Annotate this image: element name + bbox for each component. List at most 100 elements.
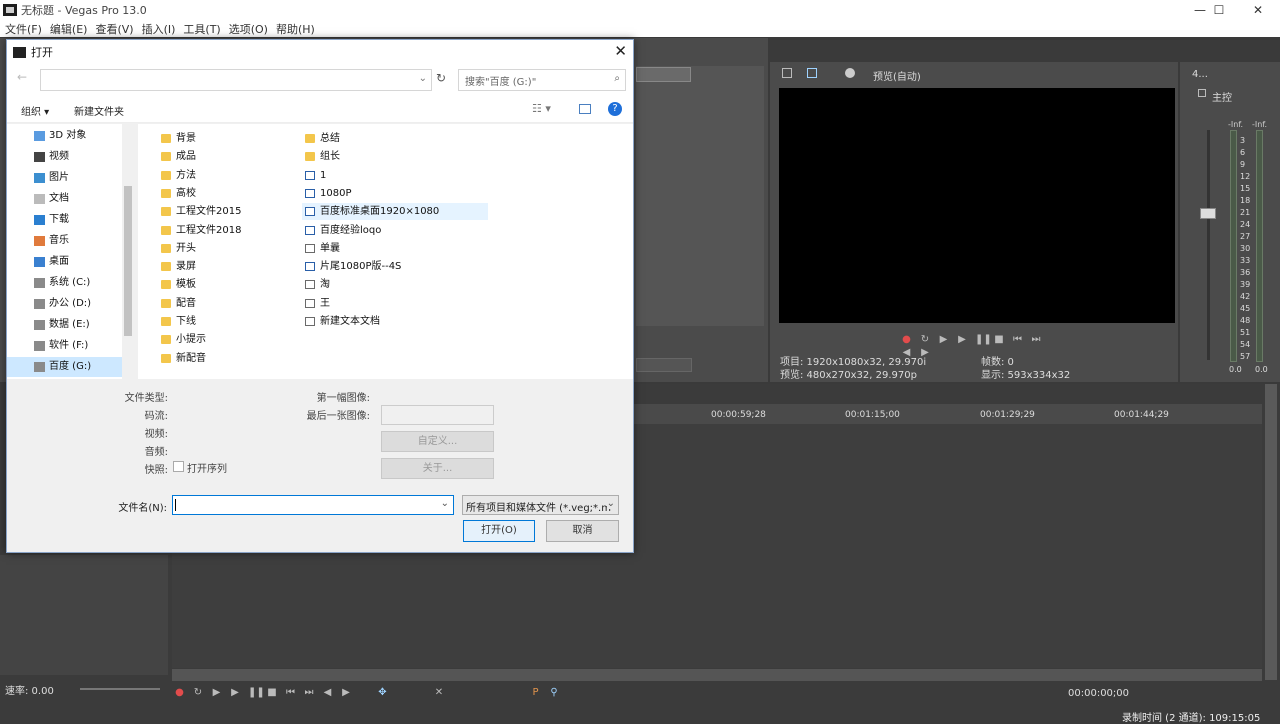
tree-scrollbar[interactable]	[122, 124, 134, 379]
folder-item[interactable]: 模板	[158, 276, 196, 293]
preview-fx-icon[interactable]	[845, 68, 855, 78]
file-item[interactable]: 1	[302, 167, 488, 184]
filename-dropdown-icon[interactable]: ⌄	[441, 498, 449, 509]
about-button[interactable]: 关于...	[381, 458, 494, 479]
menu-options[interactable]: 选项(O)	[229, 21, 268, 37]
preview-pane-icon[interactable]	[579, 104, 591, 114]
refresh-icon[interactable]: ↻	[436, 71, 446, 85]
edit-tool-icon[interactable]: ✥	[377, 687, 388, 698]
play-icon[interactable]: ▶	[230, 687, 241, 698]
tree-item[interactable]: 桌面	[7, 252, 123, 272]
pause-icon[interactable]: ❚❚	[975, 334, 992, 345]
go-start-icon[interactable]: ⏮	[1012, 334, 1023, 345]
mixer-properties-icon[interactable]	[1198, 89, 1206, 97]
document-icon	[305, 243, 315, 253]
tree-item[interactable]: 视频	[7, 147, 123, 167]
play-from-start-icon[interactable]: ▶	[211, 687, 222, 698]
preview-device-icon[interactable]	[807, 68, 817, 78]
close-button[interactable]: ✕	[1240, 0, 1276, 20]
folder-item[interactable]: 小提示	[158, 331, 206, 348]
folder-item[interactable]: 开头	[158, 240, 196, 257]
folder-item[interactable]: 新配音	[158, 350, 206, 367]
folder-item[interactable]: 成品	[158, 148, 196, 165]
file-item[interactable]: 王	[302, 295, 488, 312]
prev-frame-icon[interactable]: ◀	[322, 687, 333, 698]
help-icon[interactable]: ?	[608, 102, 622, 116]
record-icon[interactable]: ●	[901, 334, 912, 345]
menu-help[interactable]: 帮助(H)	[276, 21, 315, 37]
next-frame-icon[interactable]: ▶	[341, 687, 352, 698]
folder-item[interactable]: 背景	[158, 130, 196, 147]
folder-item[interactable]: 总结	[302, 130, 488, 147]
folder-item[interactable]: 配音	[158, 295, 196, 312]
preview-settings-icon[interactable]	[782, 68, 792, 78]
folder-item[interactable]: 录屏	[158, 258, 196, 275]
folder-item[interactable]: 工程文件2018	[158, 222, 241, 239]
file-type-select[interactable]: 所有项目和媒体文件 (*.veg;*.m ⌄	[462, 495, 619, 515]
play-icon[interactable]: ▶	[957, 334, 968, 345]
tree-item[interactable]: 文档	[7, 189, 123, 209]
path-dropdown-icon[interactable]: ⌄	[419, 73, 427, 84]
tree-item[interactable]: 数据 (E:)	[7, 315, 123, 335]
tree-item[interactable]: 3D 对象	[7, 126, 123, 146]
menu-file[interactable]: 文件(F)	[5, 21, 42, 37]
folder-item[interactable]: 组长	[302, 148, 488, 165]
go-start-icon[interactable]: ⏮	[285, 687, 296, 698]
file-item[interactable]: 百度经验loqo	[302, 222, 488, 239]
preview-mode-select[interactable]: 预览(自动)	[873, 68, 921, 83]
cancel-button[interactable]: 取消	[546, 520, 619, 542]
rate-slider[interactable]	[80, 688, 160, 690]
menu-insert[interactable]: 插入(I)	[142, 21, 176, 37]
folder-item[interactable]: 方法	[158, 167, 196, 184]
file-item[interactable]: 淘	[302, 276, 488, 293]
tree-item[interactable]: 下载	[7, 210, 123, 230]
marker-icon[interactable]: P	[530, 687, 541, 698]
loop-icon[interactable]: ↻	[193, 687, 204, 698]
file-item[interactable]: 新建文本文档	[302, 313, 488, 330]
dialog-close-icon[interactable]: ✕	[614, 42, 627, 60]
play-from-start-icon[interactable]: ▶	[938, 334, 949, 345]
record-icon[interactable]: ●	[174, 687, 185, 698]
filename-input[interactable]: ⌄	[172, 495, 454, 515]
tree-item[interactable]: 图片	[7, 168, 123, 188]
go-end-icon[interactable]: ⏭	[304, 687, 315, 698]
maximize-button[interactable]: ☐	[1201, 0, 1237, 20]
folder-item[interactable]: 下线	[158, 313, 196, 330]
timeline-hscroll[interactable]	[172, 669, 1262, 681]
open-sequence-checkbox[interactable]	[173, 461, 184, 472]
tree-item[interactable]: 百度 (G:)	[7, 357, 123, 377]
path-box[interactable]: ⌄	[40, 69, 432, 91]
snap-icon[interactable]: ⚲	[549, 687, 560, 698]
loop-icon[interactable]: ↻	[920, 334, 931, 345]
file-item[interactable]: 百度标准桌面1920×1080	[302, 203, 488, 221]
menu-tools[interactable]: 工具(T)	[183, 21, 220, 37]
new-folder-button[interactable]: 新建文件夹	[74, 103, 124, 118]
open-button[interactable]: 打开(O)	[463, 520, 535, 542]
folder-item[interactable]: 工程文件2015	[158, 203, 241, 220]
stop-icon[interactable]: ■	[994, 334, 1005, 345]
explorer-dropdown[interactable]	[636, 67, 691, 82]
custom-button[interactable]: 自定义...	[381, 431, 494, 452]
stop-icon[interactable]: ■	[267, 687, 278, 698]
tree-item[interactable]: 系统 (C:)	[7, 273, 123, 293]
pause-icon[interactable]: ❚❚	[248, 687, 265, 698]
tree-item[interactable]: 音乐	[7, 231, 123, 251]
delete-icon[interactable]: ✕	[434, 687, 445, 698]
search-input[interactable]: 搜索"百度 (G:)" ⌕	[458, 69, 626, 91]
menu-edit[interactable]: 编辑(E)	[50, 21, 88, 37]
timeline-vscroll[interactable]	[1265, 384, 1277, 680]
view-options-icon[interactable]: ☷ ▾	[532, 102, 551, 115]
go-end-icon[interactable]: ⏭	[1031, 334, 1042, 345]
tree-item[interactable]: 软件 (F:)	[7, 336, 123, 356]
master-fader-handle[interactable]	[1200, 208, 1216, 219]
tree-item[interactable]: 办公 (D:)	[7, 294, 123, 314]
file-item[interactable]: 片尾1080P版--4S	[302, 258, 488, 275]
file-item[interactable]: 1080P	[302, 185, 488, 202]
tree-item-label: 办公 (D:)	[49, 298, 92, 309]
organize-button[interactable]: 组织 ▾	[21, 103, 49, 118]
back-arrow-icon[interactable]: ←	[17, 70, 27, 84]
folder-item[interactable]: 高校	[158, 185, 196, 202]
file-item[interactable]: 单曩	[302, 240, 488, 257]
menu-view[interactable]: 查看(V)	[95, 21, 133, 37]
vu-scale-tick: 27	[1240, 232, 1251, 241]
